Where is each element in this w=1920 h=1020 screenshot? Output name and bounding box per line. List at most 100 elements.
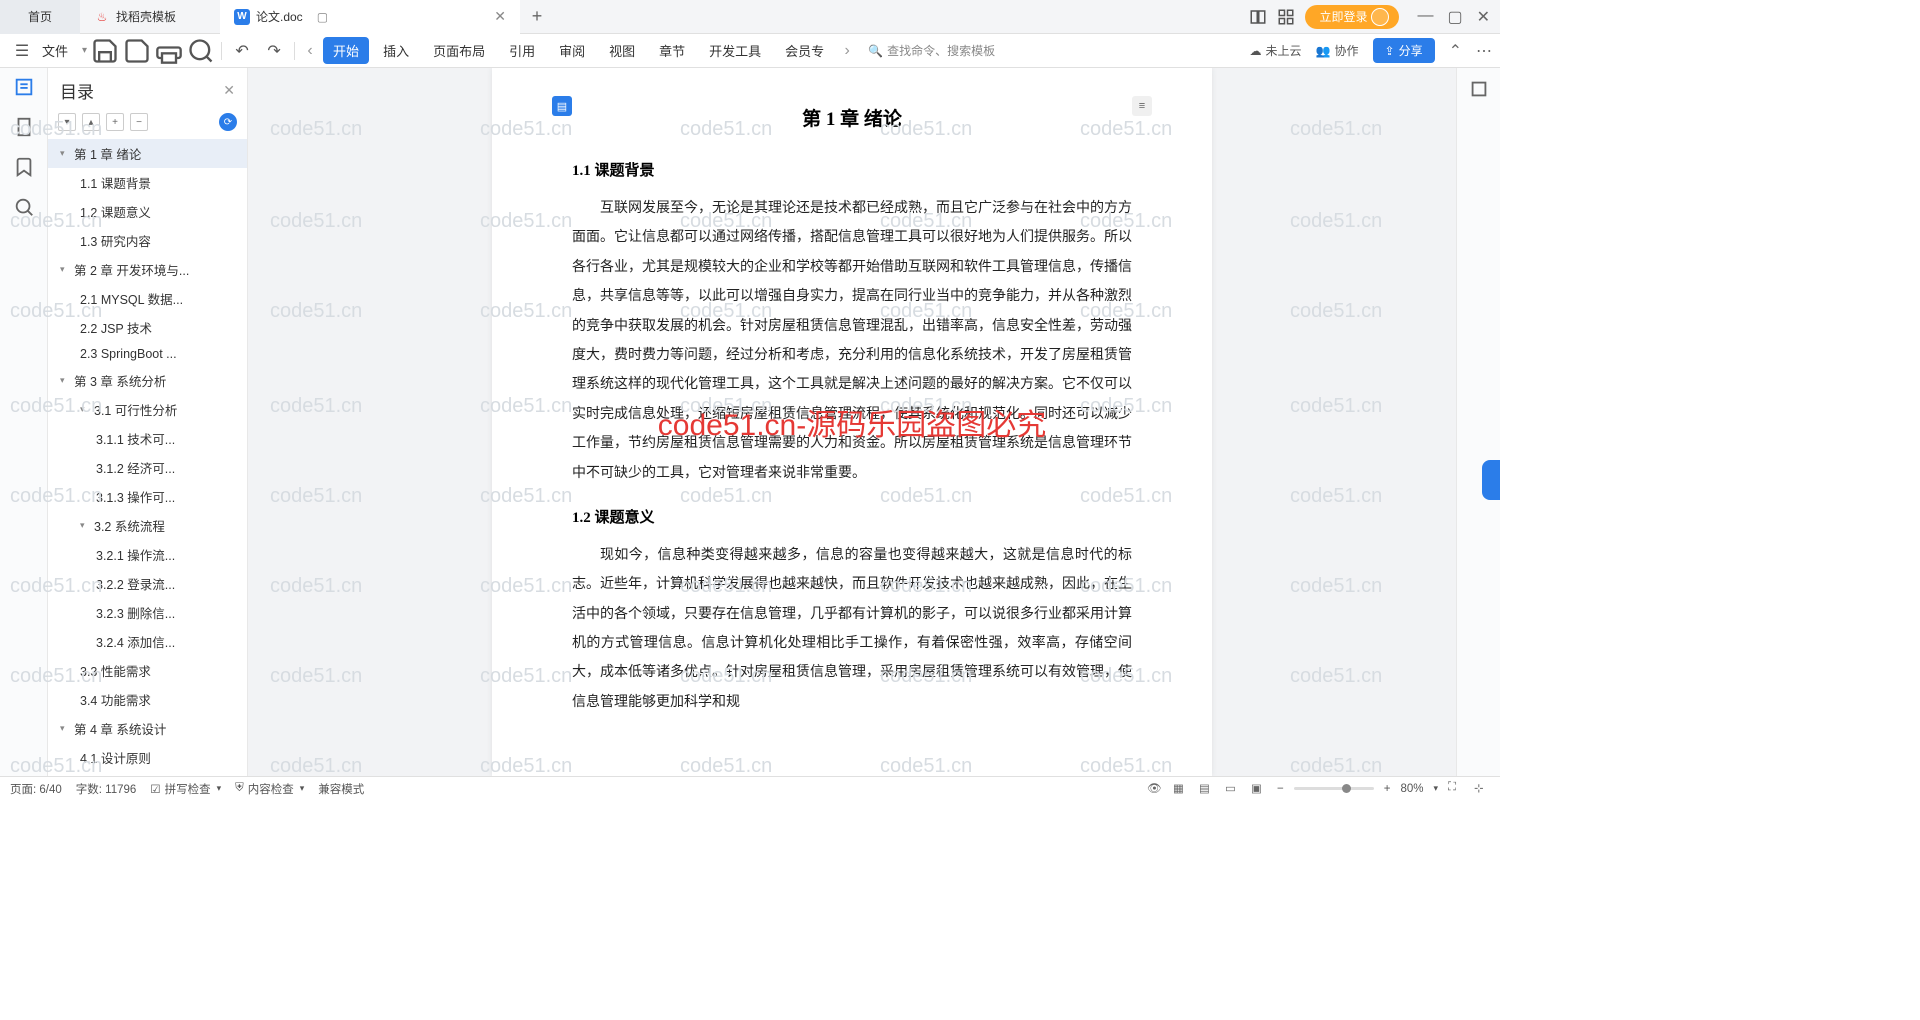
view-web-icon[interactable]: ▤ (1199, 781, 1215, 797)
outline-item[interactable]: 3.3 性能需求 (48, 656, 247, 685)
zoom-out-icon[interactable]: − (1277, 783, 1284, 795)
print-icon[interactable] (155, 37, 183, 65)
minimize-icon[interactable]: — (1417, 7, 1433, 27)
outline-item[interactable]: 3.1.1 技术可... (48, 424, 247, 453)
outline-close-icon[interactable]: ✕ (223, 82, 235, 99)
ribbon-more-icon[interactable]: ⋯ (1476, 41, 1492, 61)
outline-panel-icon[interactable] (13, 76, 35, 98)
right-sidebar (1456, 68, 1500, 776)
status-compat[interactable]: 兼容模式 (318, 781, 364, 797)
ribbon-tab-insert[interactable]: 插入 (373, 37, 419, 64)
outline-list: ▾第 1 章 绪论1.1 课题背景1.2 课题意义1.3 研究内容▾第 2 章 … (48, 139, 247, 776)
shield-icon: ⛨ (235, 782, 244, 795)
fullscreen-icon[interactable]: ⛶ (1448, 781, 1464, 797)
collab-button[interactable]: 👥协作 (1316, 42, 1359, 59)
apps-icon[interactable] (1277, 8, 1295, 26)
task-pane-icon[interactable] (1468, 78, 1490, 100)
eye-icon[interactable]: 👁 (1147, 781, 1163, 797)
pages-panel-icon[interactable] (13, 116, 35, 138)
status-words[interactable]: 字数: 11796 (76, 781, 137, 797)
login-button[interactable]: 立即登录 (1305, 5, 1399, 29)
layout-icon[interactable] (1249, 8, 1267, 26)
tab-expand-icon[interactable]: ▢ (317, 10, 328, 24)
outline-sync-icon[interactable]: ⟳ (219, 113, 237, 131)
outline-add[interactable]: + (106, 113, 124, 131)
menu-icon[interactable]: ☰ (8, 37, 36, 65)
outline-item[interactable]: 4.1 设计原则 (48, 743, 247, 772)
ribbon-tab-reference[interactable]: 引用 (499, 37, 545, 64)
outline-item[interactable]: 1.3 研究内容 (48, 226, 247, 255)
view-page-icon[interactable]: ▦ (1173, 781, 1189, 797)
tab-close-icon[interactable]: ✕ (494, 8, 506, 25)
outline-panel: 目录 ✕ ▾ ▴ + − ⟳ ▾第 1 章 绪论1.1 课题背景1.2 课题意义… (48, 68, 248, 776)
outline-remove[interactable]: − (130, 113, 148, 131)
outline-item[interactable]: ▾第 4 章 系统设计 (48, 714, 247, 743)
view-outline-icon[interactable]: ▭ (1225, 781, 1241, 797)
tab-template-label: 找稻壳模板 (116, 8, 176, 25)
float-tab[interactable] (1482, 460, 1500, 500)
undo-icon[interactable]: ↶ (228, 37, 256, 65)
save-icon[interactable] (91, 37, 119, 65)
cloud-icon: ☁ (1250, 44, 1262, 58)
outline-item[interactable]: 3.1.2 经济可... (48, 453, 247, 482)
outline-expand-all[interactable]: ▴ (82, 113, 100, 131)
zoom-value[interactable]: 80% (1400, 783, 1423, 795)
share-button[interactable]: ⇪分享 (1373, 38, 1435, 63)
file-menu[interactable]: 文件 (40, 37, 78, 64)
ribbon-nav-right-icon[interactable]: › (838, 42, 856, 60)
outline-item[interactable]: 1.2 课题意义 (48, 197, 247, 226)
page-tool-left-icon[interactable]: ▤ (552, 96, 572, 116)
ribbon-tab-view[interactable]: 视图 (599, 37, 645, 64)
search-panel-icon[interactable] (13, 196, 35, 218)
bookmark-icon[interactable] (13, 156, 35, 178)
outline-item[interactable]: 3.1.3 操作可... (48, 482, 247, 511)
maximize-icon[interactable]: ▢ (1447, 7, 1462, 27)
ribbon-collapse-icon[interactable]: ⌃ (1449, 41, 1462, 61)
ribbon-search[interactable]: 🔍 查找命令、搜索模板 (868, 42, 1018, 59)
outline-item[interactable]: 2.2 JSP 技术 (48, 313, 247, 342)
ribbon-tab-section[interactable]: 章节 (649, 37, 695, 64)
outline-collapse-all[interactable]: ▾ (58, 113, 76, 131)
ribbon-tab-devtools[interactable]: 开发工具 (699, 37, 771, 64)
outline-item[interactable]: 1.1 课题背景 (48, 168, 247, 197)
outline-item[interactable]: 3.2.1 操作流... (48, 540, 247, 569)
paragraph-2: 现如今，信息种类变得越来越多，信息的容量也变得越来越大，这就是信息时代的标志。近… (572, 541, 1132, 717)
outline-item[interactable]: 2.1 MYSQL 数据... (48, 284, 247, 313)
zoom-in-icon[interactable]: + (1384, 783, 1391, 795)
outline-item[interactable]: ▾第 1 章 绪论 (48, 139, 247, 168)
outline-item[interactable]: ▾第 2 章 开发环境与... (48, 255, 247, 284)
fire-icon: ♨ (94, 9, 110, 25)
view-read-icon[interactable]: ▣ (1251, 781, 1267, 797)
ribbon-nav-left-icon[interactable]: ‹ (301, 42, 319, 60)
close-window-icon[interactable]: ✕ (1477, 7, 1490, 27)
outline-toolbar: ▾ ▴ + − ⟳ (48, 109, 247, 139)
ribbon-tab-layout[interactable]: 页面布局 (423, 37, 495, 64)
preview-icon[interactable] (187, 37, 215, 65)
tab-template[interactable]: ♨ 找稻壳模板 (80, 0, 220, 34)
fit-icon[interactable]: ⊹ (1474, 781, 1490, 797)
outline-item[interactable]: ▾3.1 可行性分析 (48, 395, 247, 424)
new-tab-button[interactable]: + (520, 6, 554, 27)
outline-item[interactable]: 3.2.2 登录流... (48, 569, 247, 598)
redo-icon[interactable]: ↷ (260, 37, 288, 65)
outline-item[interactable]: 2.3 SpringBoot ... (48, 342, 247, 366)
status-spellcheck[interactable]: ☑拼写检查▾ (150, 781, 221, 797)
ribbon-tab-start[interactable]: 开始 (323, 37, 369, 64)
outline-item[interactable]: ▾第 3 章 系统分析 (48, 366, 247, 395)
tab-home[interactable]: 首页 (0, 0, 80, 34)
document-viewport[interactable]: ▤ ≡ 第 1 章 绪论 1.1 课题背景 互联网发展至今，无论是其理论还是技术… (248, 68, 1456, 776)
tab-document[interactable]: W 论文.doc ▢ ✕ (220, 0, 520, 34)
status-content-check[interactable]: ⛨内容检查▾ (235, 781, 304, 797)
outline-item[interactable]: ▾3.2 系统流程 (48, 511, 247, 540)
ribbon-tab-member[interactable]: 会员专 (775, 37, 834, 64)
zoom-slider[interactable] (1294, 787, 1374, 790)
status-page[interactable]: 页面: 6/40 (10, 781, 62, 797)
save-as-icon[interactable] (123, 37, 151, 65)
search-icon: 🔍 (868, 44, 883, 58)
outline-item[interactable]: 3.2.4 添加信... (48, 627, 247, 656)
outline-item[interactable]: 3.2.3 删除信... (48, 598, 247, 627)
ribbon-tab-review[interactable]: 审阅 (549, 37, 595, 64)
outline-item[interactable]: 3.4 功能需求 (48, 685, 247, 714)
cloud-status[interactable]: ☁未上云 (1250, 42, 1302, 59)
page-tool-right-icon[interactable]: ≡ (1132, 96, 1152, 116)
